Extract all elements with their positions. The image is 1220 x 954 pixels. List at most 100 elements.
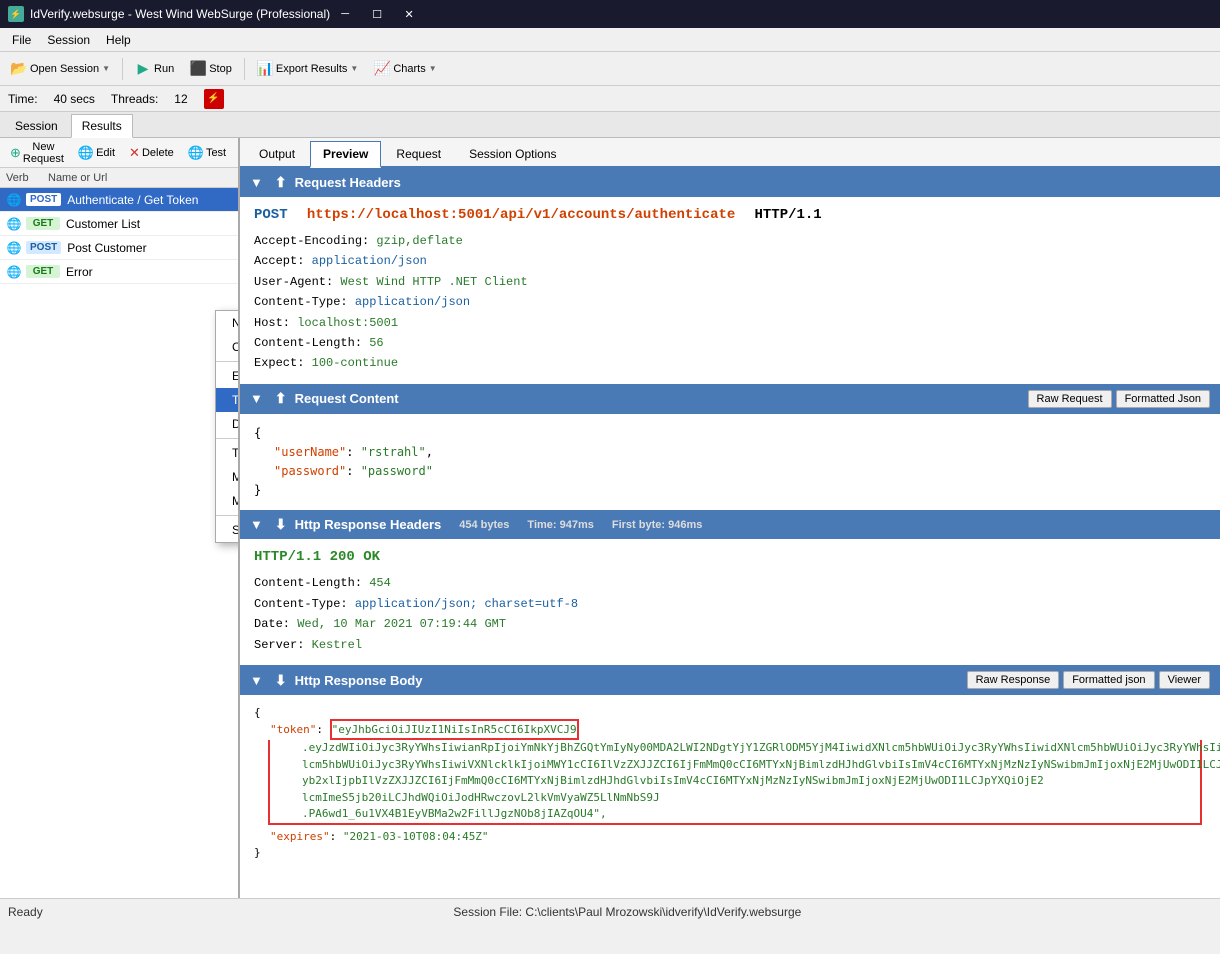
export-dropdown-arrow[interactable]: ▼ [350, 64, 358, 73]
ready-label: Ready [8, 905, 43, 919]
list-item[interactable]: 🌐 GET Error [0, 260, 238, 284]
open-session-button[interactable]: 📂 Open Session ▼ [4, 57, 117, 81]
ctx-move-down[interactable]: Move down Ctrl+Down [216, 489, 240, 513]
context-menu: New Request Alt+N Copy from Request Edit… [215, 310, 240, 543]
row-icon: 🌐 [6, 216, 22, 232]
row-icon: 🌐 [6, 192, 22, 208]
ctx-copy-request[interactable]: Copy from Request [216, 335, 240, 359]
header-expect: Expect: 100-continue [254, 353, 1206, 373]
edit-action-icon: 🌐 [78, 145, 94, 161]
stop-button[interactable]: ⬛ Stop [183, 57, 239, 81]
menu-file[interactable]: File [4, 31, 39, 49]
ctx-sep1 [216, 361, 240, 362]
rh-title: Request Headers [295, 175, 401, 190]
ctx-save-session[interactable]: Save Session to File Ctrl+S [216, 518, 240, 542]
rh-icon: ⬆ [275, 174, 287, 191]
col-verb-header: Verb [6, 172, 48, 184]
tab-session-options[interactable]: Session Options [456, 141, 569, 166]
time-value: 40 secs [54, 92, 95, 106]
rb-icon: ⬇ [275, 672, 287, 689]
edit-action-button[interactable]: 🌐 Edit [72, 141, 121, 165]
toolbar: 📂 Open Session ▼ ▶ Run ⬛ Stop 📊 Export R… [0, 52, 1220, 86]
delete-button[interactable]: ✕ Delete [123, 141, 180, 165]
left-panel: ⊕ New Request 🌐 Edit ✕ Delete 🌐 Test 🌐 A… [0, 138, 240, 898]
http-url: https://localhost:5001/api/v1/accounts/a… [307, 207, 735, 223]
rb-title: Http Response Body [295, 673, 423, 688]
new-request-icon: ⊕ [10, 145, 21, 161]
open-icon: 📂 [11, 61, 27, 77]
ctx-test-request[interactable]: Test Request Alt+T [216, 388, 240, 412]
new-request-button[interactable]: ⊕ New Request [4, 138, 70, 169]
tab-results[interactable]: Results [71, 114, 133, 138]
formatted-json-response-button[interactable]: Formatted json [1063, 671, 1154, 689]
tab-session[interactable]: Session [4, 114, 69, 137]
header-accept: Accept: application/json [254, 251, 1206, 271]
menu-help[interactable]: Help [98, 31, 139, 49]
request-content-body: { "userName": "rstrahl", "password": "pa… [240, 414, 1220, 511]
rsh-icon: ⬇ [275, 516, 287, 533]
header-content-length: Content-Length: 56 [254, 333, 1206, 353]
ctx-sep2 [216, 438, 240, 439]
ctx-delete-request[interactable]: Delete Request Del [216, 412, 240, 436]
formatted-json-request-button[interactable]: Formatted Json [1116, 390, 1210, 408]
token-continuation: .eyJzdWIiOiJyc3RyYWhsIiwianRpIjoiYmNkYjB… [268, 740, 1202, 825]
raw-request-button[interactable]: Raw Request [1028, 390, 1112, 408]
token-value-box: "eyJhbGciOiJIUzI1NiIsInR5cCI6IkpXVCJ9 [330, 719, 579, 740]
raw-response-button[interactable]: Raw Response [967, 671, 1060, 689]
list-item[interactable]: 🌐 POST Post Customer [0, 236, 238, 260]
test-icon: 🌐 [188, 145, 204, 161]
charts-button[interactable]: 📈 Charts ▼ [367, 57, 443, 81]
ctx-toggle-state[interactable]: Toggle Active State Ctrl+I [216, 441, 240, 465]
app-icon: ⚡ [8, 6, 24, 22]
viewer-button[interactable]: Viewer [1159, 671, 1210, 689]
rsh-toggle[interactable]: ▼ [250, 517, 263, 532]
request-list: 🌐 POST Authenticate / Get Token 🌐 GET Cu… [0, 188, 238, 284]
rb-toggle[interactable]: ▼ [250, 673, 263, 688]
row-name: Post Customer [67, 241, 232, 255]
request-content-section-header: ▼ ⬆ Request Content Raw Request Formatte… [240, 384, 1220, 414]
ctx-edit-request[interactable]: Edit Request Alt+E [216, 364, 240, 388]
ctx-new-request[interactable]: New Request Alt+N [216, 311, 240, 335]
header-user-agent: User-Agent: West Wind HTTP .NET Client [254, 272, 1206, 292]
run-button[interactable]: ▶ Run [128, 57, 181, 81]
header-content-type: Content-Type: application/json [254, 292, 1206, 312]
sep1 [122, 58, 123, 80]
test-button[interactable]: 🌐 Test [182, 141, 232, 165]
rc-toggle[interactable]: ▼ [250, 391, 263, 406]
list-item[interactable]: 🌐 GET Customer List [0, 212, 238, 236]
minimize-button[interactable]: ─ [330, 4, 360, 24]
list-item[interactable]: 🌐 POST Authenticate / Get Token [0, 188, 238, 212]
row-icon: 🌐 [6, 240, 22, 256]
action-bar: ⊕ New Request 🌐 Edit ✕ Delete 🌐 Test 🌐 A… [0, 138, 238, 168]
charts-dropdown-arrow[interactable]: ▼ [429, 64, 437, 73]
ctx-sep3 [216, 515, 240, 516]
tab-preview[interactable]: Preview [310, 141, 381, 168]
rsh-first-byte: First byte: 946ms [612, 519, 702, 531]
http-version: HTTP/1.1 [755, 207, 822, 223]
http-method: POST [254, 207, 288, 223]
header-host: Host: localhost:5001 [254, 313, 1206, 333]
right-panel: Output Preview Request Session Options ▼… [240, 138, 1220, 898]
response-headers-section-header: ▼ ⬇ Http Response Headers 454 bytes Time… [240, 510, 1220, 539]
open-dropdown-arrow[interactable]: ▼ [102, 64, 110, 73]
rh-toggle[interactable]: ▼ [250, 175, 263, 190]
col-name-header: Name or Url [48, 172, 232, 184]
resp-header-server: Server: Kestrel [254, 635, 1206, 655]
ctx-move-up[interactable]: Move up Ctrl+Up [216, 465, 240, 489]
row-name: Customer List [66, 217, 232, 231]
threads-label: Threads: [111, 92, 158, 106]
menu-session[interactable]: Session [39, 31, 98, 49]
tab-request[interactable]: Request [383, 141, 454, 166]
charts-icon: 📈 [374, 61, 390, 77]
tab-output[interactable]: Output [246, 141, 308, 166]
maximize-button[interactable]: ☐ [362, 4, 392, 24]
response-body-section-header: ▼ ⬇ Http Response Body Raw Response Form… [240, 665, 1220, 695]
all-button[interactable]: 🌐 All [234, 141, 240, 165]
rsh-time: Time: 947ms [527, 519, 593, 531]
status-indicator: ⚡ [204, 89, 224, 109]
delete-icon: ✕ [129, 145, 140, 161]
session-tab-bar: Session Results [0, 112, 1220, 138]
sep2 [244, 58, 245, 80]
export-button[interactable]: 📊 Export Results ▼ [250, 57, 365, 81]
close-button[interactable]: ✕ [394, 4, 424, 24]
